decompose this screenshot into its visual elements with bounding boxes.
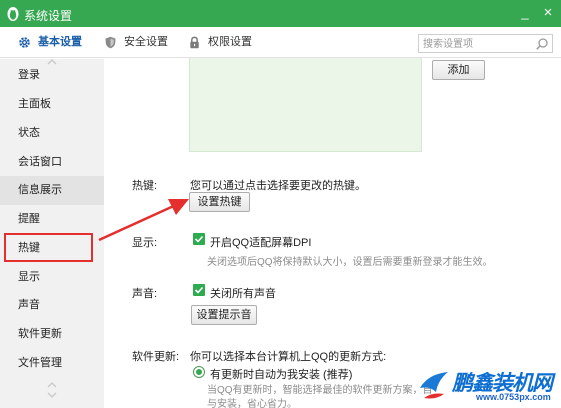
watermark-logo-icon [420,372,448,399]
tab-label: 基本设置 [38,36,82,48]
title-bar: 系统设置 _ × [0,0,561,27]
mute-all-checkbox[interactable] [193,284,205,296]
tab-permission-settings[interactable]: 权限设置 [188,27,258,58]
hotkey-highlight-box [4,233,93,262]
set-hotkey-button[interactable]: 设置热键 [189,192,250,212]
chevron-down-icon[interactable] [46,391,58,399]
update-description: 你可以选择本台计算机上QQ的更新方式: [190,351,387,363]
close-button[interactable]: × [539,4,557,22]
window-title: 系统设置 [24,9,73,23]
dpi-checkbox-label[interactable]: 开启QQ适配屏幕DPI [210,234,311,250]
checkmark-icon [194,235,204,243]
hotkey-label: 热键: [132,180,158,192]
sidebar-item-info-display[interactable]: 信息展示 [0,176,104,205]
add-button[interactable]: 添加 [432,60,485,80]
mute-all-label[interactable]: 关闭所有声音 [210,285,276,301]
auto-install-label[interactable]: 有更新时自动为我安装 (推荐) [210,366,352,382]
set-alert-sound-button[interactable]: 设置提示音 [191,305,257,325]
search-icon[interactable] [535,37,549,51]
sidebar-item-status[interactable]: 状态 [0,119,104,148]
sidebar-item-display[interactable]: 显示 [0,263,104,292]
sidebar-item-file-management[interactable]: 文件管理 [0,349,104,378]
auto-install-radio[interactable] [193,366,205,378]
watermark-url: www.0753px.com [476,392,551,402]
search-input[interactable] [423,37,533,51]
settings-tabs: 基本设置 安全设置 权限设置 [0,27,561,58]
update-hint-line1: 当QQ有更新时，智能选择最佳的软件更新方案，自 [207,385,433,396]
watermark: 鹏鑫装机网 www.0753px.com [418,366,561,408]
shield-icon [105,36,116,49]
chevron-up-icon[interactable] [46,381,58,389]
sidebar-item-main-panel[interactable]: 主面板 [0,90,104,119]
tab-basic-settings[interactable]: 基本设置 [18,27,88,58]
hotkey-description: 您可以通过点击选择要更改的热键。 [190,180,366,192]
annotation-arrow [98,199,189,242]
qq-penguin-icon [7,7,19,21]
tab-label: 权限设置 [208,36,252,48]
tab-label: 安全设置 [124,36,168,48]
sound-label: 声音: [132,288,158,300]
sidebar-item-software-update[interactable]: 软件更新 [0,320,104,349]
tab-security-settings[interactable]: 安全设置 [104,27,174,58]
sidebar-item-login[interactable]: 登录 [0,61,104,90]
preview-area [189,58,422,152]
gear-icon [19,37,30,48]
update-label: 软件更新: [132,351,180,363]
minimize-button[interactable]: _ [516,4,534,22]
sidebar-item-reminder[interactable]: 提醒 [0,205,104,234]
sidebar-item-chat-window[interactable]: 会话窗口 [0,148,104,177]
search-box [418,34,553,53]
update-hint-line2: 与安装，省心省力。 [207,399,297,408]
sidebar-item-sound[interactable]: 声音 [0,291,104,320]
checkmark-icon [194,286,204,294]
dpi-hint: 关闭选项后QQ将保持默认大小，设置后需要重新登录才能生效。 [207,257,493,268]
lock-icon [190,36,199,49]
dpi-checkbox[interactable] [193,233,205,245]
